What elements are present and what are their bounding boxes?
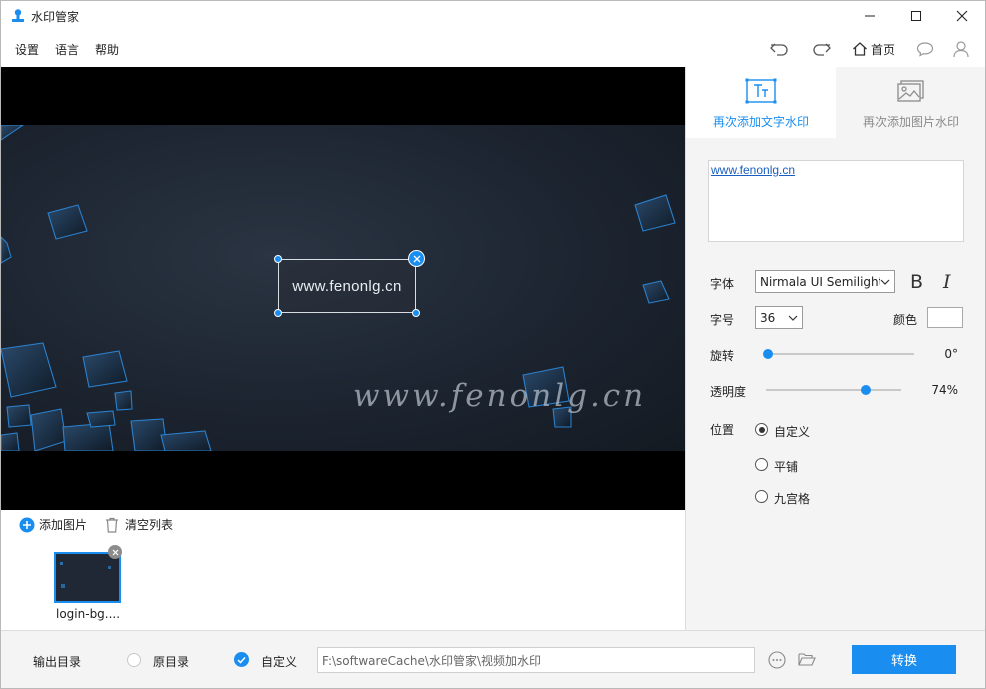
output-dir-label: 输出目录 — [33, 655, 82, 669]
add-circle-icon — [19, 517, 35, 532]
maximize-icon — [911, 11, 921, 21]
position-radio-tile[interactable] — [755, 458, 768, 471]
redo-button[interactable] — [810, 37, 832, 61]
watermark-text-value: www.fenonlg.cn — [711, 163, 796, 177]
size-select[interactable]: 36 — [755, 306, 803, 329]
home-button[interactable]: 首页 — [852, 37, 895, 61]
resize-handle-bottom-right[interactable] — [412, 309, 420, 317]
output-original-radio[interactable] — [127, 653, 141, 667]
add-image-button[interactable]: 添加图片 — [19, 516, 87, 533]
text-watermark-icon — [745, 78, 777, 104]
undo-icon — [770, 43, 788, 56]
close-icon — [112, 549, 118, 555]
tab-image-watermark-label: 再次添加图片水印 — [862, 115, 959, 129]
title-bar: 水印管家 — [1, 1, 985, 31]
preview-canvas[interactable]: www.fenonlg.cn www.fenonlg.cn — [1, 67, 685, 510]
position-label: 位置 — [710, 423, 735, 437]
tab-text-watermark-label: 再次添加文字水印 — [712, 115, 809, 129]
rotation-label: 旋转 — [710, 349, 735, 363]
output-custom-radio[interactable] — [234, 652, 249, 667]
watermark-text: www.fenonlg.cn — [292, 277, 402, 295]
close-button[interactable] — [939, 1, 985, 31]
maximize-button[interactable] — [893, 1, 939, 31]
font-select[interactable]: Nirmala UI Semilight — [755, 270, 895, 293]
output-custom-label[interactable]: 自定义 — [261, 653, 297, 670]
image-watermark-icon — [897, 80, 924, 102]
home-label: 首页 — [871, 42, 896, 57]
position-option-grid[interactable]: 九宫格 — [774, 490, 810, 507]
trash-icon — [106, 517, 118, 533]
opacity-slider-track[interactable] — [766, 389, 901, 391]
color-label: 颜色 — [893, 313, 918, 327]
size-select-value: 36 — [760, 310, 776, 325]
opacity-slider-knob[interactable] — [860, 385, 871, 395]
rotation-slider-track[interactable] — [766, 353, 914, 355]
resize-handle-top-left[interactable] — [274, 255, 282, 263]
menu-settings[interactable]: 设置 — [15, 41, 39, 58]
user-button[interactable] — [952, 37, 970, 61]
output-original-label[interactable]: 原目录 — [153, 653, 189, 670]
tab-image-watermark[interactable]: 再次添加图片水印 — [836, 67, 986, 138]
thumbnail-filename: login-bg.... — [56, 607, 121, 621]
italic-button[interactable]: I — [943, 271, 951, 293]
output-path-value: F:\softwareCache\水印管家\视频加水印 — [322, 653, 541, 668]
menu-help[interactable]: 帮助 — [95, 41, 119, 58]
more-options-icon[interactable] — [768, 651, 786, 669]
check-icon — [237, 656, 246, 664]
close-icon — [956, 10, 968, 22]
resize-handle-bottom-left[interactable] — [274, 309, 282, 317]
chevron-down-icon — [880, 277, 890, 287]
minimize-icon — [865, 15, 875, 17]
convert-button[interactable]: 转换 — [852, 645, 956, 674]
bold-button[interactable]: B — [910, 271, 923, 293]
position-option-custom[interactable]: 自定义 — [774, 423, 810, 440]
chat-icon — [916, 42, 934, 57]
add-image-label: 添加图片 — [39, 518, 88, 532]
rotation-slider-knob[interactable] — [763, 349, 773, 359]
clear-list-button[interactable]: 清空列表 — [105, 516, 173, 533]
font-select-value: Nirmala UI Semilight — [760, 274, 884, 289]
image-thumbnail[interactable] — [54, 552, 121, 603]
thumbnail-preview — [56, 554, 119, 601]
chat-button[interactable] — [916, 37, 934, 61]
chevron-down-icon — [788, 315, 798, 321]
menu-language[interactable]: 语言 — [55, 41, 79, 58]
redo-icon — [813, 43, 831, 56]
opacity-value: 74% — [931, 383, 958, 397]
background-watermark-text: www.fenonlg.cn — [353, 378, 647, 414]
user-icon — [953, 41, 969, 58]
close-icon — [413, 255, 420, 262]
size-label: 字号 — [710, 313, 735, 327]
window-title: 水印管家 — [31, 9, 80, 24]
opacity-label: 透明度 — [710, 385, 747, 399]
delete-watermark-button[interactable] — [408, 250, 425, 267]
home-icon — [853, 42, 867, 56]
watermark-text-input[interactable]: www.fenonlg.cn — [708, 160, 964, 242]
text-watermark-overlay[interactable]: www.fenonlg.cn — [278, 259, 416, 313]
tab-text-watermark[interactable]: 再次添加文字水印 — [686, 67, 836, 138]
folder-icon[interactable] — [798, 651, 816, 667]
clear-list-label: 清空列表 — [125, 518, 174, 532]
position-radio-custom[interactable] — [755, 423, 768, 436]
menu-bar: 设置 语言 帮助 — [1, 31, 985, 67]
app-logo-icon — [12, 9, 24, 22]
position-option-tile[interactable]: 平铺 — [774, 458, 798, 475]
output-path-input[interactable]: F:\softwareCache\水印管家\视频加水印 — [317, 647, 755, 673]
font-label: 字体 — [710, 277, 735, 291]
position-radio-grid[interactable] — [755, 490, 768, 503]
thumbnail-toolbar: 添加图片 清空列表 — [1, 510, 685, 538]
remove-thumbnail-button[interactable] — [108, 545, 122, 559]
undo-button[interactable] — [769, 37, 791, 61]
rotation-value: 0° — [944, 347, 958, 361]
settings-panel: 再次添加文字水印 再次添加图片水印 www.fenonlg.cn 字体 Nirm… — [685, 67, 985, 630]
output-bar: 输出目录 原目录 自定义 F:\softwareCache\水印管家\视频加水印… — [1, 630, 985, 688]
minimize-button[interactable] — [847, 1, 893, 31]
color-picker[interactable] — [927, 307, 963, 328]
app-window: 水印管家 设置 语言 帮助 首页 www.fenonlg.cn www.feno… — [0, 0, 986, 689]
